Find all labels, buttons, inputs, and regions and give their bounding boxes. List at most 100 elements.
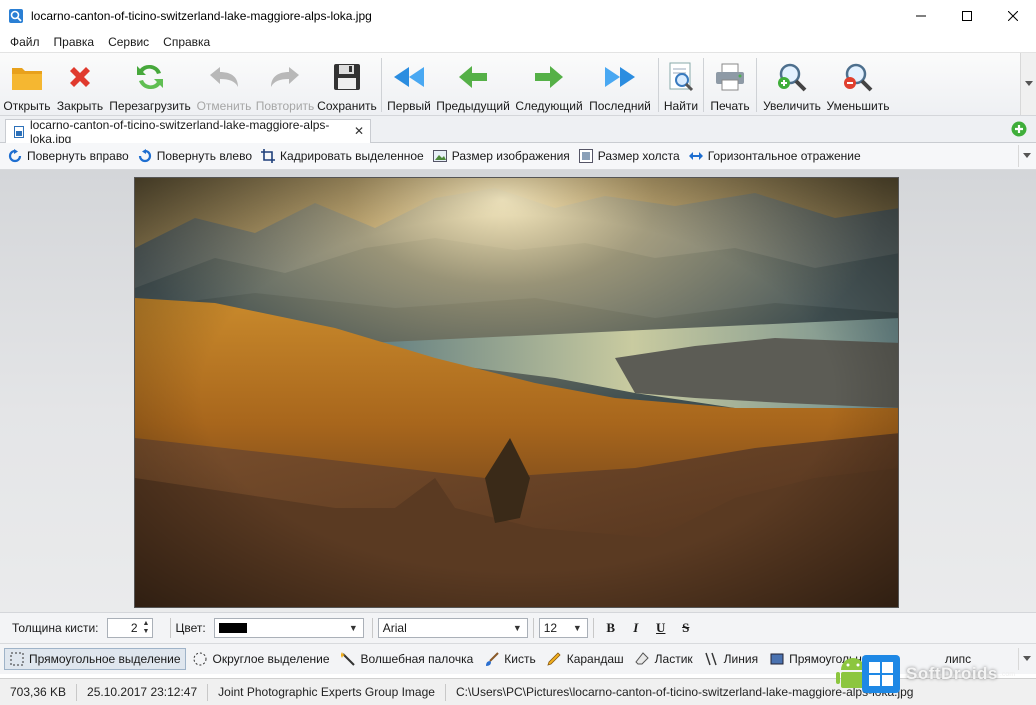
first-button[interactable]: Первый xyxy=(385,53,433,115)
resize-image-button[interactable]: Размер изображения xyxy=(432,149,570,163)
print-button[interactable]: Печать xyxy=(707,53,753,115)
chevron-down-icon: ▼ xyxy=(572,623,582,633)
color-select[interactable]: ▼ xyxy=(213,618,364,638)
arrow-right-icon xyxy=(535,66,563,88)
strikethrough-button[interactable]: S xyxy=(675,617,697,639)
separator xyxy=(371,618,373,638)
refresh-icon xyxy=(137,64,163,90)
rotate-right-button[interactable]: Повернуть вправо xyxy=(8,149,129,163)
last-button[interactable]: Последний xyxy=(585,53,655,115)
image-canvas[interactable] xyxy=(0,170,1036,612)
edit-toolbar-overflow[interactable] xyxy=(1018,145,1034,167)
floppy-disk-icon xyxy=(334,64,360,90)
pencil-icon xyxy=(547,652,561,666)
toolbar-overflow-button[interactable] xyxy=(1020,53,1036,115)
title-bar: locarno-canton-of-ticino-switzerland-lak… xyxy=(0,0,1036,31)
zoom-out-button[interactable]: Уменьшить xyxy=(824,53,892,115)
arrow-left-icon xyxy=(459,66,487,88)
close-button[interactable]: Закрыть xyxy=(54,53,106,115)
zoom-out-icon xyxy=(844,63,873,92)
find-document-icon xyxy=(669,62,694,92)
menu-file[interactable]: Файл xyxy=(3,35,47,49)
reload-button[interactable]: Перезагрузить xyxy=(106,53,194,115)
previous-button[interactable]: Предыдущий xyxy=(433,53,513,115)
rotate-left-icon xyxy=(138,149,151,163)
pencil-tool[interactable]: Карандаш xyxy=(543,648,628,670)
crop-icon xyxy=(261,149,276,163)
ellipse-select-icon xyxy=(193,652,207,666)
undo-button[interactable]: Отменить xyxy=(194,53,254,115)
line-icon xyxy=(705,652,717,666)
folder-icon xyxy=(12,68,42,90)
edit-toolbar: Повернуть вправо Повернуть влево Кадриро… xyxy=(0,143,1036,170)
ellipse-select-tool[interactable]: Округлое выделение xyxy=(189,648,334,670)
brush-options-bar: Толщина кисти: 2 ▲ ▼ Цвет: ▼ Arial ▼ 12 ▼… xyxy=(0,612,1036,643)
next-button[interactable]: Следующий xyxy=(513,53,585,115)
italic-button[interactable]: I xyxy=(625,617,647,639)
underline-button[interactable]: U xyxy=(650,617,672,639)
brush-thickness-stepper[interactable]: 2 ▲ ▼ xyxy=(106,618,153,638)
crop-button[interactable]: Кадрировать выделенное xyxy=(261,149,424,163)
flip-horizontal-button[interactable]: Горизонтальное отражение xyxy=(688,149,861,163)
close-icon xyxy=(1008,10,1018,21)
close-window-button[interactable] xyxy=(990,0,1036,31)
menu-edit[interactable]: Правка xyxy=(47,35,102,49)
font-size-select[interactable]: 12 ▼ xyxy=(538,618,588,638)
find-button[interactable]: Найти xyxy=(662,53,700,115)
separator xyxy=(532,618,534,638)
toolbar-separator xyxy=(703,58,704,112)
menu-bar: Файл Правка Сервис Справка xyxy=(0,31,1036,52)
file-type: Joint Photographic Experts Group Image xyxy=(208,683,446,701)
separator xyxy=(592,618,594,638)
zoom-in-button[interactable]: Увеличить xyxy=(760,53,824,115)
image-file-icon xyxy=(14,125,24,138)
zoom-in-icon xyxy=(778,63,807,92)
canvas-size-button[interactable]: Размер холста xyxy=(578,149,680,163)
undo-icon xyxy=(210,67,238,87)
last-arrow-icon xyxy=(605,67,635,87)
redo-button[interactable]: Повторить xyxy=(254,53,316,115)
brush-tool[interactable]: Кисть xyxy=(480,648,539,670)
windows-logo-icon xyxy=(862,655,900,693)
document-tabs: locarno-canton-of-ticino-switzerland-lak… xyxy=(0,116,1036,146)
eraser-tool[interactable]: Ластик xyxy=(631,648,697,670)
font-select[interactable]: Arial ▼ xyxy=(377,618,528,638)
redo-icon xyxy=(271,67,299,87)
eraser-icon xyxy=(635,652,649,665)
rotate-left-button[interactable]: Повернуть влево xyxy=(138,149,252,163)
magic-wand-tool[interactable]: Волшебная палочка xyxy=(337,648,478,670)
save-button[interactable]: Сохранить xyxy=(316,53,378,115)
add-tab-icon[interactable] xyxy=(1011,121,1027,137)
chevron-down-icon xyxy=(1024,81,1033,86)
paintbrush-icon xyxy=(485,652,499,666)
toolbar-separator xyxy=(756,58,757,112)
toolbar-separator xyxy=(381,58,382,112)
menu-service[interactable]: Сервис xyxy=(101,35,156,49)
magic-wand-icon xyxy=(341,652,355,666)
separator xyxy=(169,618,171,638)
spin-arrows-icon[interactable]: ▲ ▼ xyxy=(142,620,151,636)
file-size: 703,36 KB xyxy=(0,683,78,701)
line-tool[interactable]: Линия xyxy=(700,648,762,670)
rect-select-icon xyxy=(10,652,23,666)
canvas-size-icon xyxy=(578,149,593,163)
tab-document[interactable]: locarno-canton-of-ticino-switzerland-lak… xyxy=(5,118,371,146)
loaded-image[interactable] xyxy=(134,177,899,608)
minimize-button[interactable] xyxy=(898,0,944,31)
watermark: SoftDroids .com xyxy=(836,648,1032,700)
printer-icon xyxy=(716,63,744,91)
landscape-photo xyxy=(135,178,898,607)
menu-help[interactable]: Справка xyxy=(156,35,217,49)
tab-close-icon[interactable]: ✕ xyxy=(354,124,364,138)
rectangle-icon xyxy=(770,653,784,665)
window-title: locarno-canton-of-ticino-switzerland-lak… xyxy=(31,8,372,23)
bold-button[interactable]: B xyxy=(600,617,622,639)
resize-image-icon xyxy=(432,150,447,162)
chevron-down-icon: ▼ xyxy=(512,623,522,633)
color-label: Цвет: xyxy=(175,621,206,635)
rect-select-tool[interactable]: Прямоугольное выделение xyxy=(4,648,186,670)
open-button[interactable]: Открыть xyxy=(0,53,54,115)
app-viewer-icon xyxy=(9,8,23,23)
maximize-button[interactable] xyxy=(944,0,990,31)
flip-horizontal-icon xyxy=(688,152,703,160)
